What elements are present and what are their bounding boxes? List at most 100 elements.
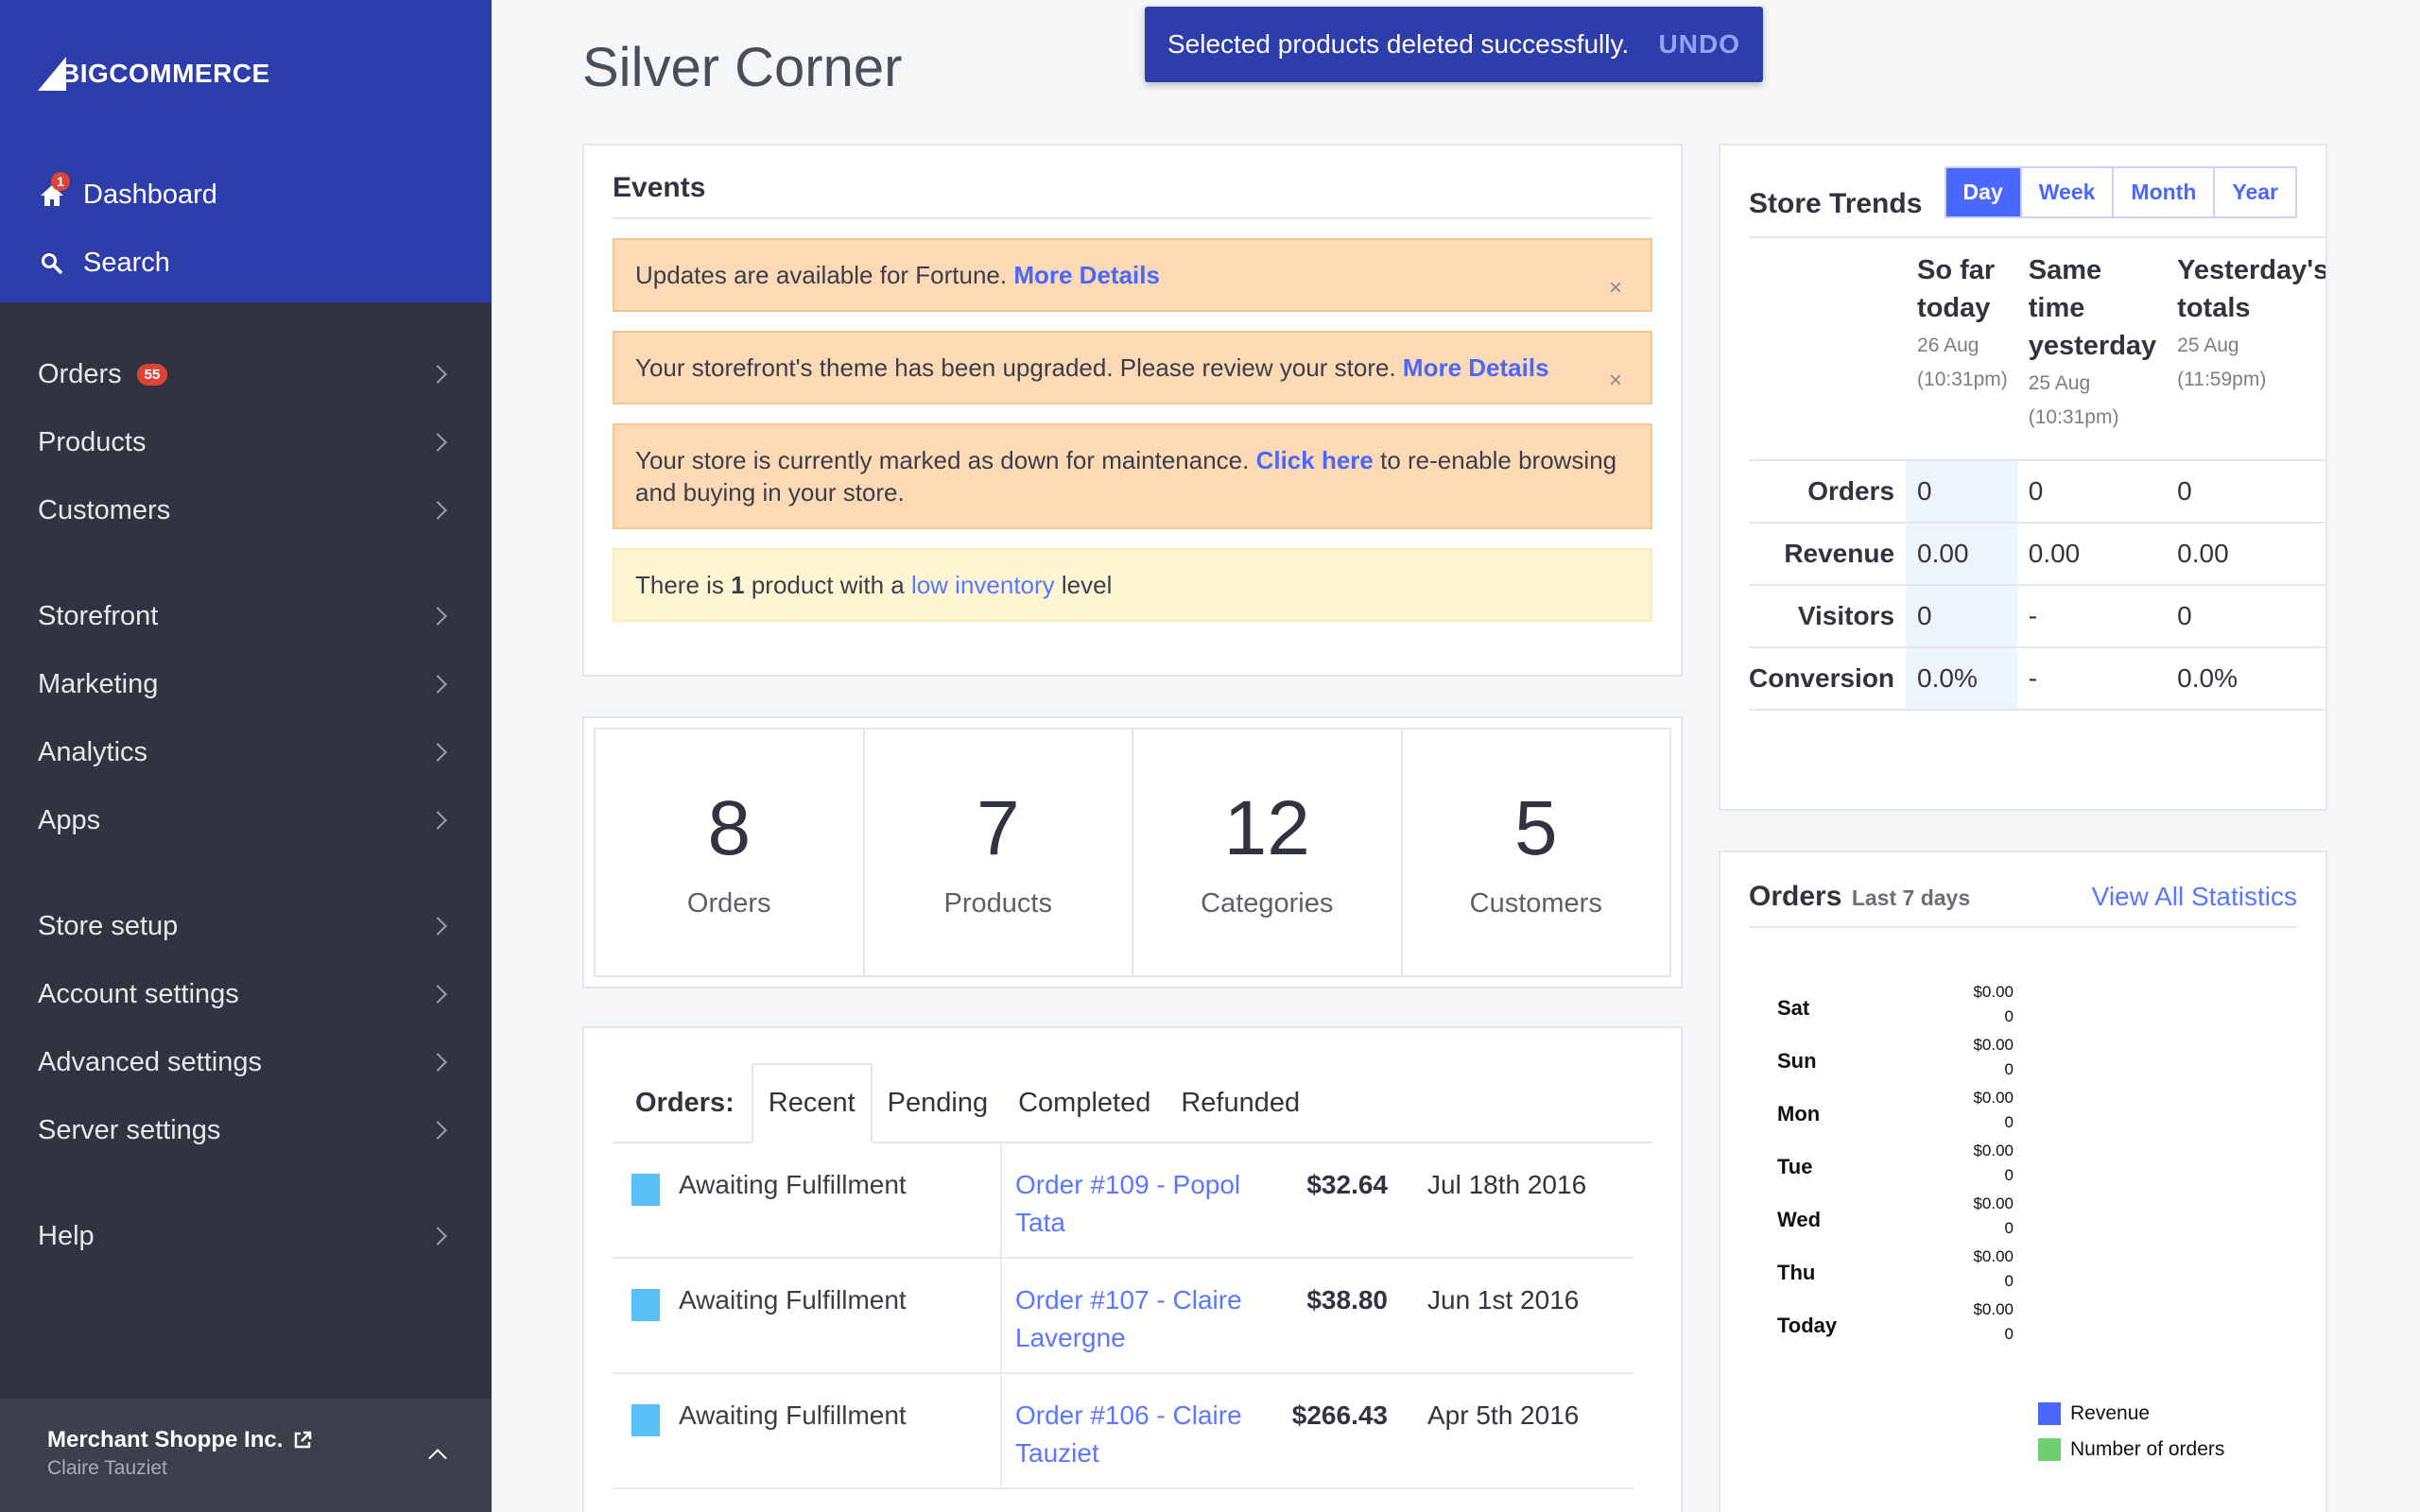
sidebar-item-label: Account settings <box>38 978 239 1009</box>
event-alert: Your storefront's theme has been upgrade… <box>613 331 1652 404</box>
chevron-right-icon <box>428 365 447 384</box>
period-year-button[interactable]: Year <box>2215 167 2295 216</box>
order-link[interactable]: Order #107 - Claire Lavergne <box>1000 1259 1265 1374</box>
day-label: Thu <box>1777 1261 1816 1284</box>
order-amount: $38.80 <box>1306 1285 1388 1314</box>
sidebar: BIGCOMMERCE 1 Dashboard Search Orders 55 … <box>0 0 492 1512</box>
sidebar-item-storefront[interactable]: Storefront <box>0 582 492 650</box>
external-link-icon[interactable] <box>292 1430 313 1451</box>
chevron-right-icon <box>428 1121 447 1140</box>
orders-tabs: Orders: Recent Pending Completed Refunde… <box>613 1063 1652 1143</box>
sidebar-item-label: Search <box>83 248 170 278</box>
stat-products[interactable]: 7 Products <box>865 730 1133 975</box>
column-header-yesterday-totals: Yesterday's totals 25 Aug (11:59pm) <box>2166 238 2325 460</box>
tab-completed[interactable]: Completed <box>1003 1088 1166 1142</box>
merchant-name: Merchant Shoppe Inc. <box>47 1427 284 1452</box>
close-icon[interactable]: × <box>1609 365 1622 397</box>
chevron-right-icon <box>428 1053 447 1072</box>
order-link[interactable]: Order #106 - Claire Tauziet <box>1000 1374 1265 1489</box>
sidebar-item-search[interactable]: Search <box>38 248 170 279</box>
sidebar-item-label: Marketing <box>38 668 159 699</box>
period-month-button[interactable]: Month <box>2114 167 2216 216</box>
legend-swatch <box>2038 1402 2061 1425</box>
order-date: Jun 1st 2016 <box>1427 1285 1580 1314</box>
sidebar-item-dashboard[interactable]: 1 Dashboard <box>38 171 217 211</box>
chevron-right-icon <box>428 675 447 694</box>
cell-value: 0.00 <box>2166 522 2325 585</box>
sidebar-item-products[interactable]: Products <box>0 408 492 476</box>
order-date: Apr 5th 2016 <box>1427 1400 1580 1430</box>
merchant-user-name: Claire Tauziet <box>47 1457 167 1479</box>
sidebar-item-help[interactable]: Help <box>0 1202 492 1270</box>
bigcommerce-logo[interactable]: BIGCOMMERCE <box>38 55 270 93</box>
stat-orders[interactable]: 8 Orders <box>596 730 865 975</box>
orders-chart-panel: Orders Last 7 days View All Statistics S… <box>1719 850 2327 1512</box>
orders-chart-title: Orders <box>1749 881 1842 912</box>
chart-day-row: Wed $0.00 0 <box>1749 1194 2297 1247</box>
more-details-link[interactable]: More Details <box>1013 261 1160 289</box>
chevron-right-icon <box>428 811 447 830</box>
merchant-switcher[interactable]: Merchant Shoppe Inc. Claire Tauziet <box>0 1399 492 1512</box>
revenue-value: $0.00 <box>1973 983 2014 1001</box>
tab-recent[interactable]: Recent <box>751 1063 873 1143</box>
store-stats-panel: 8 Orders 7 Products 12 Categories 5 Cust… <box>582 716 1683 988</box>
event-alert: Updates are available for Fortune. More … <box>613 238 1652 312</box>
view-all-statistics-link[interactable]: View All Statistics <box>2092 882 2297 912</box>
click-here-link[interactable]: Click here <box>1256 446 1374 474</box>
inventory-notice: There is 1 product with a low inventory … <box>613 548 1652 622</box>
legend-label: Number of orders <box>2070 1438 2225 1460</box>
toast-notification: Selected products deleted successfully. … <box>1145 7 1763 82</box>
low-inventory-link[interactable]: low inventory <box>911 571 1055 599</box>
orders-panel: Orders: Recent Pending Completed Refunde… <box>582 1026 1683 1512</box>
stat-label: Orders <box>686 887 771 919</box>
tab-pending[interactable]: Pending <box>873 1088 1003 1142</box>
sidebar-item-marketing[interactable]: Marketing <box>0 650 492 718</box>
chevron-right-icon <box>428 433 447 452</box>
chart-day-row: Today $0.00 0 <box>1749 1300 2297 1353</box>
trends-row-orders: Orders 0 0 0 <box>1749 459 2325 523</box>
orders-chart: Sat $0.00 0 Sun $0.00 0 Mon $0.00 0 Tue … <box>1749 983 2297 1353</box>
sidebar-item-label: Storefront <box>38 600 159 631</box>
sidebar-item-analytics[interactable]: Analytics <box>0 718 492 786</box>
sidebar-item-orders[interactable]: Orders 55 <box>0 340 492 408</box>
events-title: Events <box>613 172 1652 219</box>
period-week-button[interactable]: Week <box>2021 167 2115 216</box>
order-link[interactable]: Order #109 - Popol Tata <box>1000 1143 1265 1259</box>
table-header-empty <box>1749 238 1906 460</box>
sidebar-item-advanced-settings[interactable]: Advanced settings <box>0 1028 492 1096</box>
row-label: Revenue <box>1749 522 1907 585</box>
stat-label: Categories <box>1201 887 1334 919</box>
stat-label: Customers <box>1469 887 1602 919</box>
sidebar-item-label: Products <box>38 426 147 457</box>
sidebar-item-server-settings[interactable]: Server settings <box>0 1096 492 1164</box>
sidebar-item-store-setup[interactable]: Store setup <box>0 892 492 960</box>
cell-value: 0.00 <box>1906 522 2017 585</box>
revenue-value: $0.00 <box>1973 1089 2014 1107</box>
column-date: 25 Aug <box>2028 372 2091 394</box>
revenue-value: $0.00 <box>1973 1300 2014 1318</box>
dashboard-notification-badge: 1 <box>51 171 70 191</box>
more-details-link[interactable]: More Details <box>1403 353 1549 382</box>
row-label: Orders <box>1749 459 1907 523</box>
stat-customers[interactable]: 5 Customers <box>1403 730 1670 975</box>
column-date: 26 Aug <box>1917 335 1979 356</box>
orders-value: 0 <box>2004 1060 2014 1078</box>
close-icon[interactable]: × <box>1609 272 1622 304</box>
sidebar-item-apps[interactable]: Apps <box>0 786 492 854</box>
period-day-button[interactable]: Day <box>1945 167 2022 216</box>
notice-text: There is <box>635 571 732 599</box>
search-icon <box>38 249 66 278</box>
tab-refunded[interactable]: Refunded <box>1166 1088 1315 1142</box>
chart-day-row: Mon $0.00 0 <box>1749 1089 2297 1142</box>
sidebar-nav: Orders 55 Products Customers Storefront M… <box>0 340 492 1270</box>
sidebar-item-label: Analytics <box>38 736 148 767</box>
sidebar-item-customers[interactable]: Customers <box>0 476 492 544</box>
order-status: Awaiting Fulfillment <box>679 1285 907 1314</box>
legend-item-revenue: Revenue <box>2038 1402 2224 1425</box>
stat-categories[interactable]: 12 Categories <box>1133 730 1403 975</box>
revenue-value: $0.00 <box>1973 1247 2014 1265</box>
notice-text: product with a <box>744 571 911 599</box>
sidebar-item-account-settings[interactable]: Account settings <box>0 960 492 1028</box>
chevron-right-icon <box>428 607 447 626</box>
undo-button[interactable]: UNDO <box>1659 29 1740 60</box>
